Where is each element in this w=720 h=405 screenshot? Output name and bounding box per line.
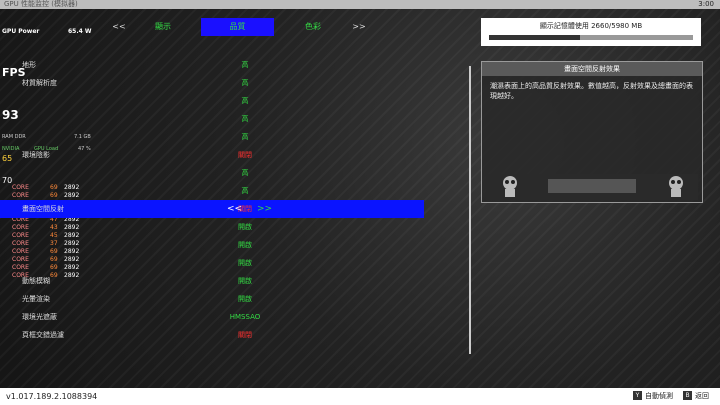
setting-value[interactable]: 高 [200, 92, 290, 110]
memory-title: 顯示記憶體使用 2660/5980 MB [481, 21, 701, 31]
setting-row[interactable]: 頁框交錯過濾 關閉 [0, 326, 424, 344]
tab-prev-arrow[interactable]: << [108, 18, 130, 36]
back-label: 返回 [695, 392, 709, 400]
setting-row[interactable]: 開啟 [0, 218, 424, 236]
setting-value[interactable]: 高 [200, 128, 290, 146]
setting-value[interactable]: 關閉 [200, 146, 290, 164]
setting-value[interactable]: 開啟 [200, 272, 290, 290]
scrollbar[interactable] [469, 66, 471, 354]
setting-row[interactable]: 高 [0, 182, 424, 200]
setting-value[interactable]: 開啟 [200, 254, 290, 272]
setting-value[interactable]: 開啟 [200, 218, 290, 236]
setting-row[interactable]: 環境光遮蔽 HMSSAO [0, 308, 424, 326]
setting-row[interactable]: 開啟 [0, 254, 424, 272]
setting-value[interactable]: 高 [200, 56, 290, 74]
setting-value[interactable]: 開啟 [200, 290, 290, 308]
setting-row[interactable]: 畫面空間反射 關閉 << >> [0, 200, 424, 218]
b-key-icon: B [683, 391, 692, 400]
setting-value[interactable]: 高 [200, 164, 290, 182]
version-label: v1.017.189.2.1088394 [6, 392, 98, 401]
y-key-icon: Y [633, 391, 642, 400]
setting-value[interactable]: 關閉 [200, 326, 290, 344]
setting-label: 環境陰影 [22, 151, 50, 159]
setting-row[interactable]: 材質解析度 高 [0, 74, 424, 92]
setting-value[interactable]: 高 [200, 182, 290, 200]
preview-image [486, 174, 698, 200]
tab-next-arrow[interactable]: >> [348, 18, 370, 36]
setting-row[interactable]: 高 [0, 92, 424, 110]
setting-value[interactable]: 高 [200, 110, 290, 128]
setting-label: 環境光遮蔽 [22, 313, 57, 321]
value-left-arrow[interactable]: << [227, 200, 242, 218]
gpu-power-value: 65.4 W [68, 28, 92, 35]
memory-panel: 顯示記憶體使用 2660/5980 MB [481, 18, 701, 46]
setting-value[interactable]: 高 [200, 74, 290, 92]
memory-bar [489, 35, 693, 40]
setting-label: 材質解析度 [22, 79, 57, 87]
setting-label: 畫面空間反射 [22, 205, 64, 213]
description-panel: 畫面空間反射效果 潮濕表面上的高品質反射效果。數值越高，反射效果及總畫面的表現越… [481, 61, 703, 203]
tab-color[interactable]: 色彩 [300, 18, 326, 36]
setting-label: 地形 [22, 61, 36, 69]
setting-value[interactable]: 關閉 [200, 200, 290, 218]
setting-row[interactable]: 動態模糊 開啟 [0, 272, 424, 290]
description-text: 潮濕表面上的高品質反射效果。數值越高，反射效果及總畫面的表現越好。 [490, 82, 693, 100]
memory-usage: 2660/5980 MB [591, 22, 643, 30]
description-title: 畫面空間反射效果 [482, 62, 702, 76]
app-title: GPU 性能监控 (模拟器) [4, 0, 78, 8]
system-top-bar: GPU 性能监控 (模拟器) 3:00 [0, 0, 720, 9]
memory-label: 顯示記憶體使用 [539, 22, 589, 30]
setting-row[interactable]: 高 [0, 164, 424, 182]
tab-display[interactable]: 顯示 [150, 18, 176, 36]
setting-row[interactable]: 高 [0, 128, 424, 146]
setting-row[interactable]: 光暈渲染 開啟 [0, 290, 424, 308]
value-right-arrow[interactable]: >> [257, 200, 272, 218]
footer-bar: v1.017.189.2.1088394 Y 自動偵測 B 返回 [0, 388, 720, 405]
gpu-power-label: GPU Power [2, 28, 40, 35]
setting-row[interactable]: 環境陰影 關閉 [0, 146, 424, 164]
setting-value[interactable]: 開啟 [200, 236, 290, 254]
setting-value[interactable]: HMSSAO [200, 308, 290, 326]
setting-row[interactable]: 高 [0, 110, 424, 128]
back-button[interactable]: B 返回 [683, 391, 709, 402]
tab-quality[interactable]: 品質 [201, 18, 274, 36]
settings-list: 地形高材質解析度高高高高環境陰影 關閉高高畫面空間反射 關閉 << >> 開啟 開啟 開啟 動態… [0, 56, 424, 352]
setting-label: 光暈渲染 [22, 295, 50, 303]
clock: 3:00 [698, 0, 714, 8]
setting-label: 動態模糊 [22, 277, 50, 285]
setting-row[interactable]: 開啟 [0, 236, 424, 254]
setting-row[interactable]: 地形 高 [0, 56, 424, 74]
auto-detect-button[interactable]: Y 自動偵測 [633, 391, 673, 402]
setting-label: 頁框交錯過濾 [22, 331, 64, 339]
auto-detect-label: 自動偵測 [645, 392, 673, 400]
memory-bar-fill [489, 35, 580, 40]
